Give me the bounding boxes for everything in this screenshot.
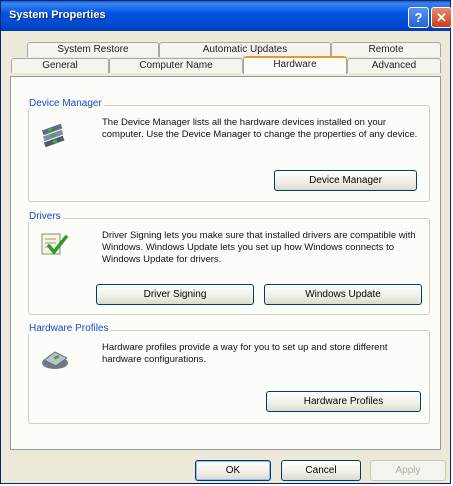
tab-advanced[interactable]: Advanced — [347, 58, 441, 73]
device-manager-description: The Device Manager lists all the hardwar… — [102, 117, 418, 140]
device-manager-group: Device Manager The Device Manager lists … — [27, 98, 430, 202]
drivers-group-title: Drivers — [27, 211, 63, 222]
tab-computer-name[interactable]: Computer Name — [109, 58, 243, 73]
device-manager-button[interactable]: Device Manager — [274, 170, 417, 191]
hardware-profiles-description: Hardware profiles provide a way for you … — [102, 342, 388, 365]
tab-general[interactable]: General — [11, 58, 109, 73]
tab-automatic-updates[interactable]: Automatic Updates — [159, 42, 331, 57]
apply-button[interactable]: Apply — [370, 460, 446, 481]
driver-signing-icon — [41, 233, 68, 255]
tab-system-restore[interactable]: System Restore — [27, 42, 159, 57]
title-bar[interactable]: System Properties ? ✕ — [1, 1, 452, 31]
driver-signing-button[interactable]: Driver Signing — [96, 284, 254, 305]
tab-strip: System Restore Automatic Updates Remote … — [9, 41, 443, 77]
hardware-tab-panel: Device Manager The Device Manager lists … — [10, 76, 441, 450]
windows-update-button[interactable]: Windows Update — [264, 284, 422, 305]
tab-remote[interactable]: Remote — [331, 42, 441, 57]
hardware-profiles-icon — [42, 351, 68, 369]
device-manager-icon — [41, 123, 65, 148]
window-title: System Properties — [9, 9, 106, 21]
ok-button[interactable]: OK — [195, 460, 271, 481]
hardware-profiles-group: Hardware Profiles Hardware profiles prov… — [27, 323, 430, 424]
tab-hardware[interactable]: Hardware — [243, 56, 347, 74]
system-properties-window: System Properties ? ✕ System Restore Aut… — [0, 0, 452, 484]
drivers-group: Drivers Driver Signing lets you make sur… — [27, 211, 430, 315]
help-button[interactable]: ? — [408, 7, 429, 28]
device-manager-group-title: Device Manager — [27, 98, 104, 109]
cancel-button[interactable]: Cancel — [281, 460, 361, 481]
hardware-profiles-group-title: Hardware Profiles — [27, 323, 111, 334]
drivers-description: Driver Signing lets you make sure that i… — [102, 230, 416, 265]
close-button[interactable]: ✕ — [431, 7, 452, 28]
hardware-profiles-button[interactable]: Hardware Profiles — [266, 391, 421, 412]
